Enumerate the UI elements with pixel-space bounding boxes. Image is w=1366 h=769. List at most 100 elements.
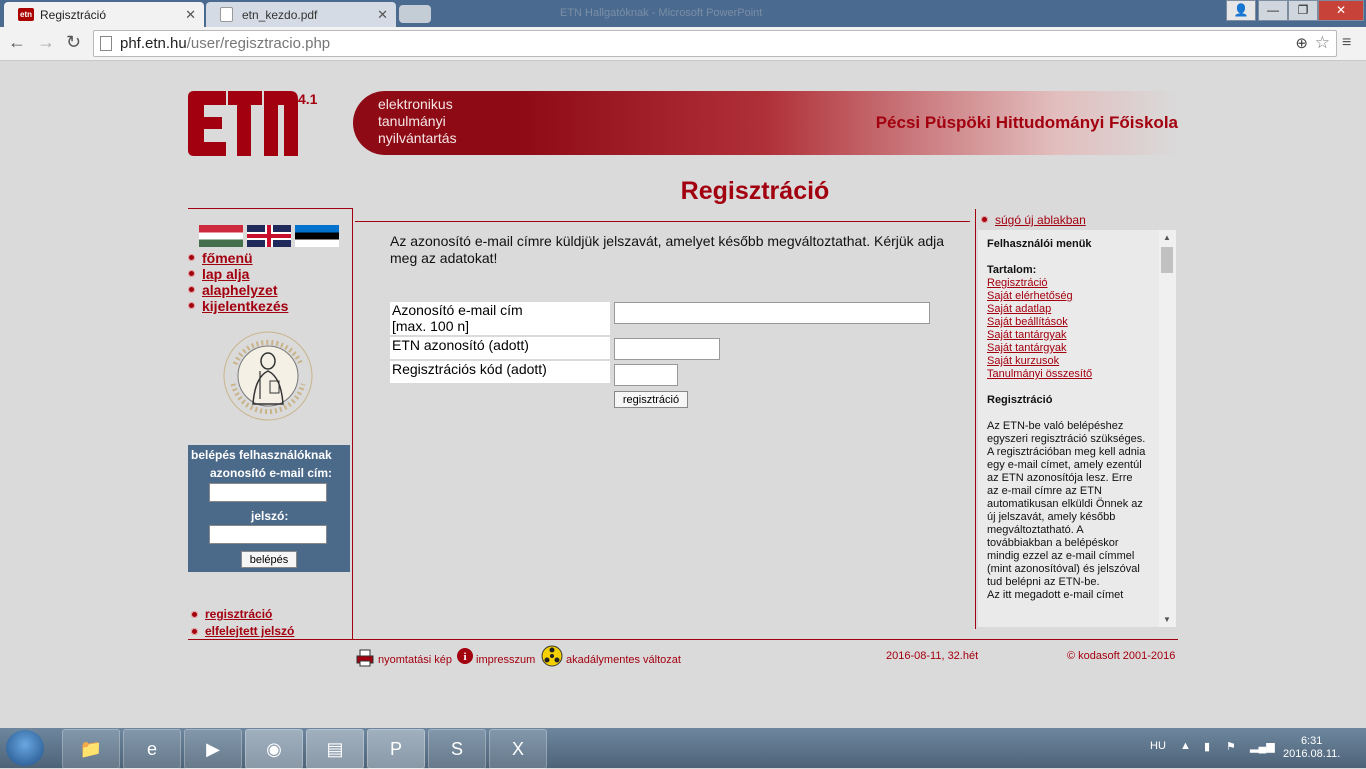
help-link-sajat-adatlap[interactable]: Saját adatlap xyxy=(987,303,1147,316)
nav-link-lap-alja[interactable]: lap alja xyxy=(188,266,288,282)
document-icon xyxy=(220,7,233,22)
reg-code-field[interactable] xyxy=(614,364,678,386)
email-field[interactable] xyxy=(614,302,930,324)
bullet-icon xyxy=(188,302,195,309)
language-indicator[interactable]: HU xyxy=(1150,740,1166,752)
browser-tab-bar: etn Regisztráció ✕ etn_kezdo.pdf ✕ ETN H… xyxy=(0,0,1366,27)
help-scrollbar[interactable]: ▲ ▼ xyxy=(1159,230,1176,627)
show-hidden-icons-icon[interactable]: ▲ xyxy=(1180,740,1191,752)
imprint-link[interactable]: impresszum xyxy=(476,654,535,666)
help-sidebar: súgó új ablakban Felhasználói menük Tart… xyxy=(975,209,1177,629)
window-caption: ETN Hallgatóknak - Microsoft PowerPoint xyxy=(560,7,763,19)
intro-text: Az azonosító e-mail címre küldjük jelsza… xyxy=(390,233,945,266)
start-button[interactable] xyxy=(6,730,44,766)
login-password-input[interactable] xyxy=(209,525,327,544)
help-link-regisztracio[interactable]: Regisztráció xyxy=(987,277,1147,290)
help-section-text: Az ETN-be való belépéshez egyszeri regis… xyxy=(987,420,1146,588)
back-icon[interactable]: ← xyxy=(8,32,26,53)
reload-icon[interactable]: ↻ xyxy=(66,32,81,53)
network-signal-icon[interactable]: ▂▄▆ xyxy=(1250,740,1275,753)
etn-id-field-label: ETN azonosító (adott) xyxy=(390,337,610,359)
header-banner: elektronikus tanulmányi nyilvántartás Pé… xyxy=(353,91,1178,155)
login-email-input[interactable] xyxy=(209,483,327,502)
school-name: Pécsi Püspöki Hittudományi Főiskola xyxy=(875,113,1178,132)
scroll-down-icon[interactable]: ▼ xyxy=(1163,615,1171,624)
help-link-sajat-tantargyak-2[interactable]: Saját tantárgyak xyxy=(987,342,1147,355)
page-icon xyxy=(100,36,112,51)
user-icon[interactable]: 👤 xyxy=(1226,0,1256,21)
tab-regisztracio[interactable]: etn Regisztráció ✕ xyxy=(4,2,204,27)
media-player-icon[interactable]: ▶ xyxy=(184,729,242,769)
etn-id-field[interactable] xyxy=(614,338,720,360)
help-link-sajat-tantargyak[interactable]: Saját tantárgyak xyxy=(987,329,1147,342)
action-center-flag-icon[interactable]: ⚑ xyxy=(1226,740,1236,753)
maximize-button[interactable]: ❐ xyxy=(1288,0,1318,21)
tab-title: etn_kezdo.pdf xyxy=(242,8,318,22)
english-flag-icon[interactable] xyxy=(247,225,291,247)
footer-copyright: © kodasoft 2001-2016 xyxy=(1067,650,1176,662)
bullet-icon xyxy=(191,628,198,635)
bookmark-star-icon[interactable]: ☆ xyxy=(1315,33,1330,53)
nav-link-alaphelyzet[interactable]: alaphelyzet xyxy=(188,282,288,298)
left-sidebar: főmenü lap alja alaphelyzet kijelentkezé… xyxy=(188,208,353,639)
document-app-icon[interactable]: ▤ xyxy=(306,729,364,769)
close-window-button[interactable]: ✕ xyxy=(1318,0,1364,21)
login-email-label: azonosító e-mail cím: xyxy=(210,466,333,480)
file-explorer-icon[interactable]: 📁 xyxy=(62,729,120,769)
scroll-thumb[interactable] xyxy=(1161,247,1173,273)
register-button[interactable]: regisztráció xyxy=(614,391,688,408)
print-view-link[interactable]: nyomtatási kép xyxy=(378,654,452,666)
help-link-tanulmanyi-osszesito[interactable]: Tanulmányi összesítő xyxy=(987,368,1147,381)
nav-link-fomenu[interactable]: főmenü xyxy=(188,250,288,266)
powerpoint-icon[interactable]: P xyxy=(367,729,425,769)
help-link-sajat-kurzusok[interactable]: Saját kurzusok xyxy=(987,355,1147,368)
web-page: 4.1 elektronikus tanulmányi nyilvántartá… xyxy=(0,61,1366,728)
battery-icon[interactable]: ▮ xyxy=(1204,740,1210,753)
help-section-title: Regisztráció xyxy=(987,394,1053,406)
nav-link-kijelentkezes[interactable]: kijelentkezés xyxy=(188,298,288,314)
register-link[interactable]: regisztráció xyxy=(191,607,294,624)
page-title: Regisztráció xyxy=(680,177,830,205)
help-link-sajat-elerhetoseg[interactable]: Saját elérhetőség xyxy=(987,290,1147,303)
footer-date: 2016-08-11, 32.hét xyxy=(886,650,979,662)
help-new-window-link[interactable]: súgó új ablakban xyxy=(981,213,1086,227)
info-icon[interactable]: i xyxy=(456,647,474,665)
email-field-note: [max. 100 n] xyxy=(392,318,470,334)
school-seal-icon xyxy=(213,329,323,424)
internet-explorer-icon[interactable]: e xyxy=(123,729,181,769)
login-button[interactable]: belépés xyxy=(241,551,297,568)
minimize-button[interactable]: — xyxy=(1258,0,1288,21)
hungarian-flag-icon[interactable] xyxy=(199,225,243,247)
close-tab-icon[interactable]: ✕ xyxy=(377,7,388,23)
forward-icon[interactable]: → xyxy=(37,32,55,53)
login-box: belépés felhasználóknak azonosító e-mail… xyxy=(188,445,350,572)
footer-divider xyxy=(188,639,1178,640)
scroll-up-icon[interactable]: ▲ xyxy=(1163,233,1171,242)
accessible-version-link[interactable]: akadálymentes változat xyxy=(566,654,681,666)
etn-logo xyxy=(188,91,298,156)
address-bar[interactable]: phf.etn.hu/user/regisztracio.php ⊕ ☆ xyxy=(93,30,1337,57)
etn-favicon-icon: etn xyxy=(18,8,34,21)
new-tab-button[interactable] xyxy=(399,5,431,23)
bullet-icon xyxy=(188,286,195,293)
chrome-icon[interactable]: ◉ xyxy=(245,729,303,769)
banner-text: elektronikus tanulmányi nyilvántartás xyxy=(378,96,457,146)
skype-icon[interactable]: S xyxy=(428,729,486,769)
browser-toolbar: ← → ↻ phf.etn.hu/user/regisztracio.php ⊕… xyxy=(0,27,1366,61)
excel-icon[interactable]: X xyxy=(489,729,547,769)
windows-taskbar: 📁 e ▶ ◉ ▤ P S X HU ▲ ▮ ⚑ ▂▄▆ 6:31 2016.0… xyxy=(0,728,1366,769)
registration-form: Azonosító e-mail cím [max. 100 n] ETN azo… xyxy=(388,300,612,385)
version-label: 4.1 xyxy=(298,91,318,107)
browser-menu-icon[interactable]: ≡ xyxy=(1342,34,1351,52)
accessibility-icon[interactable] xyxy=(541,645,563,667)
help-menu-title: Felhasználói menük xyxy=(987,238,1092,250)
estonian-flag-icon[interactable] xyxy=(295,225,339,247)
help-link-sajat-beallitasok[interactable]: Saját beállítások xyxy=(987,316,1147,329)
help-panel[interactable]: Felhasználói menük Tartalom: Regisztráci… xyxy=(978,230,1176,627)
tab-etn-kezdo-pdf[interactable]: etn_kezdo.pdf ✕ xyxy=(206,2,396,27)
zoom-icon[interactable]: ⊕ xyxy=(1295,34,1308,52)
close-tab-icon[interactable]: ✕ xyxy=(185,7,196,23)
taskbar-clock[interactable]: 6:31 2016.08.11. xyxy=(1283,735,1340,761)
printer-icon[interactable] xyxy=(356,649,374,667)
email-field-label: Azonosító e-mail cím [max. 100 n] xyxy=(390,302,610,335)
